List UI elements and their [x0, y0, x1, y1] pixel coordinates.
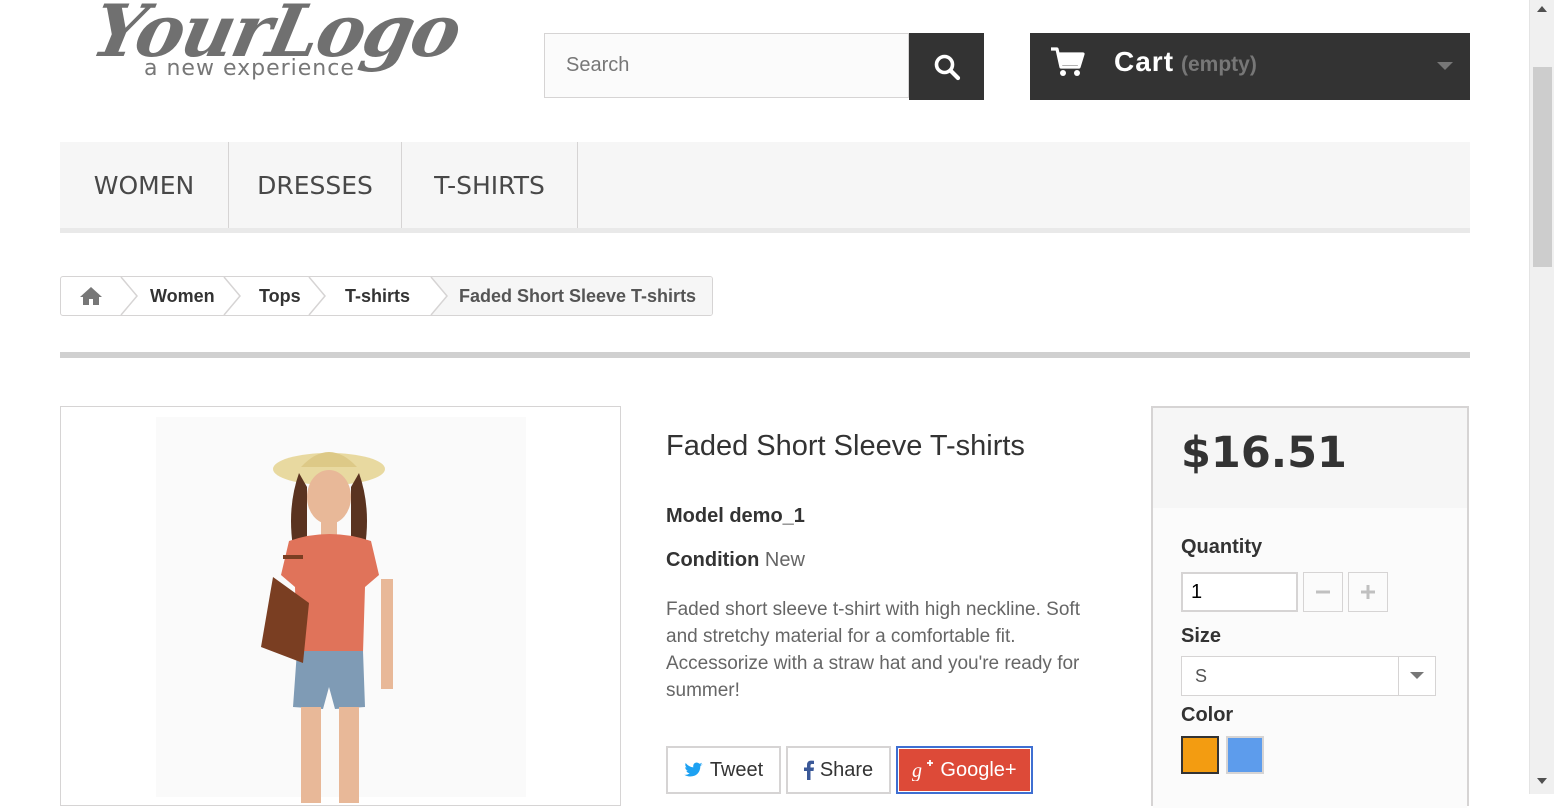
menu-item-dresses[interactable]: Dresses [229, 142, 402, 228]
cart-label: Cart [1114, 46, 1175, 77]
chevron-down-icon [1410, 672, 1424, 679]
menu-item-tshirts[interactable]: T-shirts [402, 142, 578, 228]
tweet-button[interactable]: Tweet [666, 746, 781, 794]
color-swatch-orange[interactable] [1181, 736, 1219, 774]
page-scrollbar[interactable] [1529, 0, 1554, 794]
breadcrumb-item[interactable]: Tops [259, 277, 301, 315]
svg-text:g: g [912, 760, 922, 781]
shopping-cart-icon [1051, 47, 1085, 76]
search-input[interactable] [545, 34, 908, 97]
breadcrumb-separator [223, 277, 241, 315]
section-divider [60, 352, 1470, 358]
share-button[interactable]: Share [786, 746, 891, 794]
condition-label: Condition [666, 549, 760, 571]
model-value: demo_1 [729, 505, 805, 527]
cart-button[interactable]: Cart (empty) [1030, 33, 1470, 100]
breadcrumb: Women Tops T-shirts Faded Short Sleeve T… [60, 276, 713, 316]
quantity-decrease-button[interactable] [1303, 572, 1343, 612]
google-plus-button[interactable]: g Google+ [896, 746, 1033, 794]
search-icon [934, 54, 960, 80]
scroll-down-icon[interactable] [1537, 778, 1547, 784]
size-label: Size [1181, 625, 1222, 647]
quantity-increase-button[interactable] [1348, 572, 1388, 612]
breadcrumb-separator [308, 277, 326, 315]
product-photo [156, 417, 526, 803]
search-box [544, 33, 909, 98]
breadcrumb-home[interactable] [79, 277, 103, 315]
breadcrumb-separator [120, 277, 138, 315]
product-price: $16.51 [1181, 428, 1347, 478]
chevron-down-icon [1437, 62, 1453, 70]
color-swatch-blue[interactable] [1226, 736, 1264, 774]
home-icon [80, 287, 102, 305]
size-select[interactable]: S [1181, 656, 1436, 696]
quantity-input[interactable]: 1 [1181, 572, 1298, 612]
color-label: Color [1181, 704, 1234, 726]
buy-box: $16.51 Quantity 1 Size S Color [1151, 406, 1469, 808]
size-dropdown-toggle[interactable] [1398, 657, 1435, 695]
price-area: $16.51 [1153, 408, 1467, 508]
share-label: Share [819, 758, 874, 781]
scroll-thumb[interactable] [1533, 67, 1552, 267]
google-plus-icon: g [912, 760, 934, 781]
minus-icon [1316, 590, 1330, 594]
top-menu: Women Dresses T-shirts [60, 142, 1470, 233]
breadcrumb-current: Faded Short Sleeve T-shirts [431, 277, 712, 315]
site-logo[interactable]: YourLogo a new experience [85, 0, 468, 94]
search-button[interactable] [909, 33, 984, 100]
breadcrumb-item[interactable]: Women [150, 277, 215, 315]
model-label: Model [666, 505, 724, 527]
tweet-label: Tweet [709, 758, 764, 781]
product-options: Quantity 1 Size S Color [1153, 508, 1467, 808]
product-model: Model demo_1 [666, 505, 805, 528]
breadcrumb-item[interactable]: T-shirts [345, 277, 410, 315]
cart-status: (empty) [1181, 53, 1257, 76]
product-title: Faded Short Sleeve T-shirts [666, 430, 1025, 462]
size-value: S [1195, 666, 1208, 686]
condition-value: New [764, 549, 805, 571]
plus-icon [1361, 585, 1375, 599]
product-image[interactable] [60, 406, 621, 806]
scroll-up-icon[interactable] [1537, 6, 1547, 12]
product-condition: Condition New [666, 549, 805, 572]
breadcrumb-separator [429, 277, 448, 315]
google-plus-label: Google+ [940, 758, 1017, 781]
product-description: Faded short sleeve t-shirt with high nec… [666, 599, 1080, 701]
menu-item-women[interactable]: Women [60, 142, 229, 228]
twitter-icon [684, 762, 703, 777]
logo-tagline: a new experience [144, 56, 355, 81]
quantity-label: Quantity [1181, 536, 1263, 558]
facebook-icon [803, 760, 814, 780]
